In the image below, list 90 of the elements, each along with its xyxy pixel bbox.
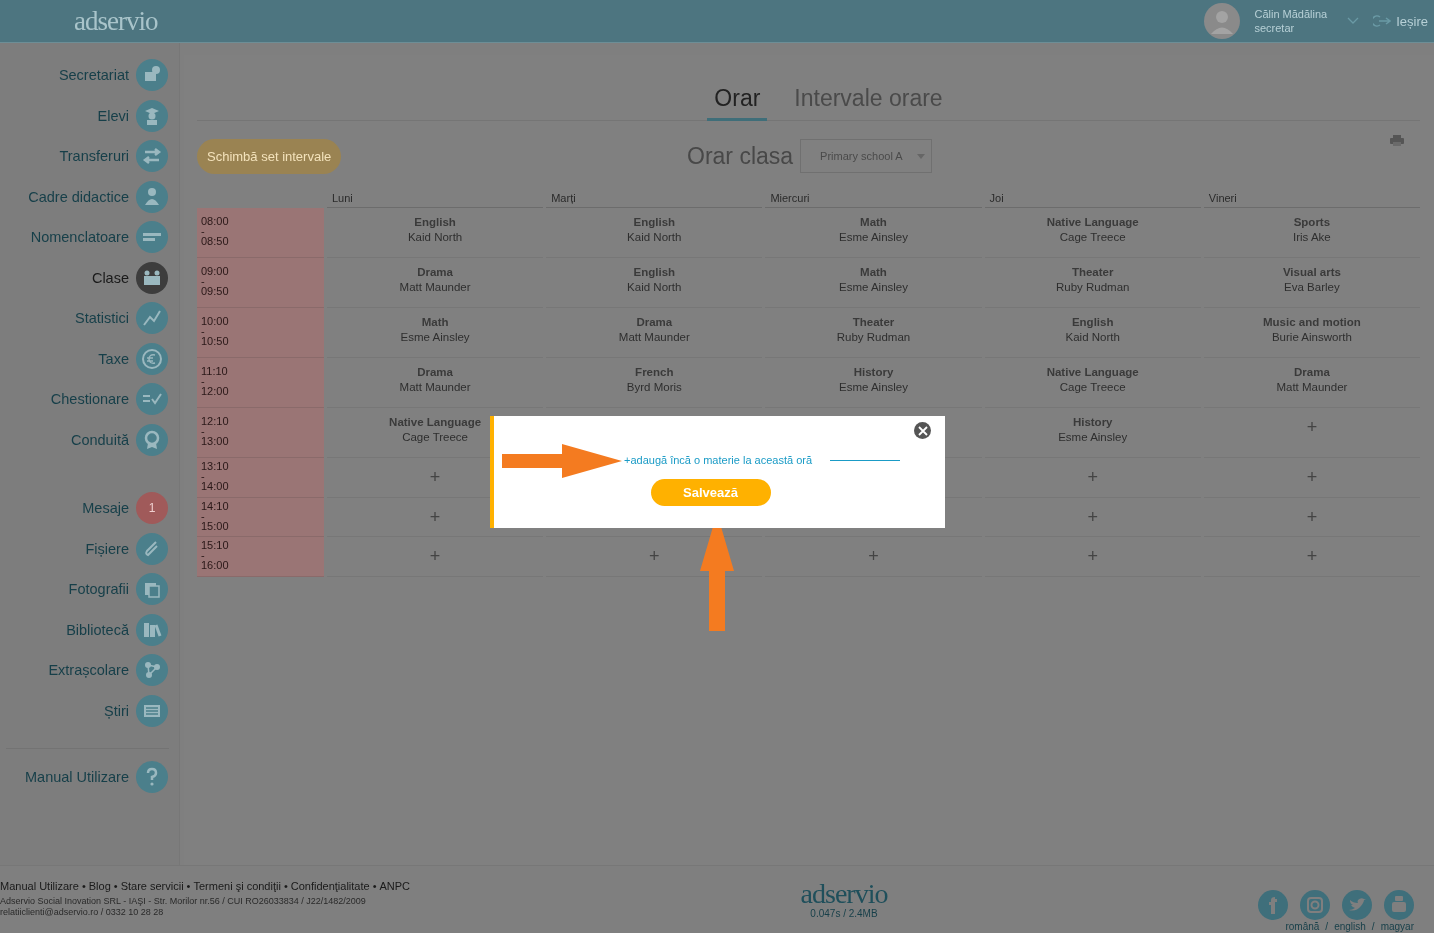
- add-lesson-cell[interactable]: +: [1203, 497, 1420, 537]
- add-lesson-cell[interactable]: +: [1203, 458, 1420, 498]
- sidebar-item[interactable]: Cadre didactice: [0, 176, 179, 217]
- footer-link[interactable]: Stare servicii: [120, 880, 184, 892]
- sidebar-item[interactable]: Fotografii: [0, 569, 179, 610]
- day-header: Miercuri: [765, 191, 982, 208]
- sidebar-item[interactable]: Extrașcolare: [0, 650, 179, 691]
- lesson-cell[interactable]: History Esme Ainsley: [984, 408, 1201, 458]
- add-lesson-cell[interactable]: +: [765, 537, 982, 577]
- lesson-cell[interactable]: Native Language Cage Treece: [984, 358, 1201, 408]
- separator: •: [81, 880, 86, 892]
- change-intervals-button[interactable]: Schimbă set intervale: [197, 138, 342, 174]
- footer-logo: adservio: [800, 880, 888, 908]
- lesson-cell[interactable]: Math Esme Ainsley: [765, 208, 982, 258]
- time-slot: 09:00 - 09:50: [197, 258, 324, 308]
- separator: •: [372, 880, 377, 892]
- sidebar-item[interactable]: Elevi: [0, 95, 179, 136]
- add-lesson-cell[interactable]: +: [984, 497, 1201, 537]
- language-link[interactable]: magyar: [1380, 921, 1414, 932]
- lesson-cell[interactable]: Math Esme Ainsley: [765, 258, 982, 308]
- sidebar-item[interactable]: Bibliotecă: [0, 609, 179, 650]
- lesson-cell[interactable]: Drama Matt Maunder: [1203, 358, 1420, 408]
- logo[interactable]: adservio: [74, 5, 158, 37]
- page-stats: 0.047s / 2.4MB: [810, 908, 878, 919]
- day-header: Marți: [546, 191, 763, 208]
- language-link[interactable]: română: [1285, 921, 1320, 932]
- separator: /: [1325, 921, 1329, 932]
- lesson-cell[interactable]: Native Language Cage Treece: [984, 208, 1201, 258]
- sidebar-item[interactable]: Chestionare: [0, 379, 179, 420]
- time-slot: 15:10 - 16:00: [197, 537, 324, 577]
- day-header: Vineri: [1203, 191, 1420, 208]
- lesson-cell[interactable]: History Esme Ainsley: [765, 358, 982, 408]
- sidebar-item[interactable]: Transferuri: [0, 136, 179, 177]
- lesson-cell[interactable]: English Kaid North: [984, 308, 1201, 358]
- contact-info: relatiiclienti@adservio.ro / 0332 10 28 28: [0, 907, 165, 918]
- day-header: Joi: [984, 191, 1201, 208]
- add-lesson-cell[interactable]: +: [1203, 537, 1420, 577]
- lesson-cell[interactable]: Theater Ruby Rudman: [765, 308, 982, 358]
- add-lesson-cell[interactable]: +: [984, 537, 1201, 577]
- footer-link[interactable]: Termeni şi condiţii: [193, 880, 281, 892]
- lesson-cell[interactable]: Theater Ruby Rudman: [984, 258, 1201, 308]
- time-slot: 11:10 - 12:00: [197, 358, 324, 408]
- add-lesson-cell[interactable]: +: [1203, 408, 1420, 458]
- sidebar-item[interactable]: Știri: [0, 690, 179, 731]
- time-slot: 10:00 - 10:50: [197, 308, 324, 358]
- unread-count-badge: 1: [136, 492, 168, 525]
- day-header: Luni: [327, 191, 544, 208]
- sidebar-item[interactable]: Clase: [0, 257, 179, 298]
- user-name: Călin Mădălina: [1254, 8, 1328, 20]
- lesson-cell[interactable]: English Kaid North: [327, 208, 544, 258]
- time-slot: 14:10 - 15:00: [197, 497, 324, 537]
- tab[interactable]: Orar: [707, 85, 768, 121]
- time-slot: 12:10 - 13:00: [197, 408, 324, 458]
- lesson-cell[interactable]: Music and motion Burie Ainsworth: [1203, 308, 1420, 358]
- sidebar-item[interactable]: Secretariat: [0, 55, 179, 96]
- sidebar-item[interactable]: Mesaje 1: [0, 488, 179, 529]
- add-subject-link[interactable]: +adaugă încă o materie la această oră: [624, 454, 813, 466]
- lesson-cell[interactable]: English Kaid North: [546, 208, 763, 258]
- company-info: Adservio Social Inovation SRL - IAŞI - Str. Morilor nr.56 / CUI RO26033834 / J22/1482/2009: [0, 896, 367, 907]
- separator: /: [1371, 921, 1375, 932]
- sidebar-item[interactable]: Fișiere: [0, 528, 179, 569]
- footer-link[interactable]: Confidenţialitate: [290, 880, 370, 892]
- footer-link[interactable]: ANPC: [379, 880, 411, 892]
- timetable-title: Orar clasa: [687, 142, 794, 170]
- time-slot: 13:10 - 14:00: [197, 458, 324, 498]
- separator: •: [113, 880, 118, 892]
- user-role: secretar: [1254, 22, 1296, 34]
- sidebar-item[interactable]: Nomenclatoare: [0, 217, 179, 258]
- sidebar-item[interactable]: Taxe: [0, 338, 179, 379]
- add-lesson-cell[interactable]: +: [984, 458, 1201, 498]
- lesson-cell[interactable]: Drama Matt Maunder: [327, 258, 544, 308]
- lesson-cell[interactable]: Drama Matt Maunder: [327, 358, 544, 408]
- logout-link[interactable]: Ieșire: [1373, 13, 1428, 29]
- lesson-cell[interactable]: Sports Iris Ake: [1203, 208, 1420, 258]
- sidebar-item[interactable]: Statistici: [0, 298, 179, 339]
- lesson-cell[interactable]: French Byrd Moris: [546, 358, 763, 408]
- lesson-cell[interactable]: Drama Matt Maunder: [546, 308, 763, 358]
- save-button[interactable]: Salvează: [650, 479, 771, 506]
- lesson-cell[interactable]: English Kaid North: [546, 258, 763, 308]
- lesson-cell[interactable]: Visual arts Eva Barley: [1203, 258, 1420, 308]
- lesson-cell[interactable]: Math Esme Ainsley: [327, 308, 544, 358]
- separator: •: [186, 880, 191, 892]
- footer-link[interactable]: Blog: [88, 880, 111, 892]
- language-link[interactable]: english: [1334, 921, 1366, 932]
- add-lesson-cell[interactable]: +: [327, 537, 544, 577]
- footer-link[interactable]: Manual Utilizare: [0, 880, 79, 892]
- separator: •: [283, 880, 288, 892]
- time-slot: 08:00 - 08:50: [197, 208, 324, 258]
- sidebar-item[interactable]: Conduită: [0, 419, 179, 460]
- sidebar-item[interactable]: Manual Utilizare: [6, 757, 169, 798]
